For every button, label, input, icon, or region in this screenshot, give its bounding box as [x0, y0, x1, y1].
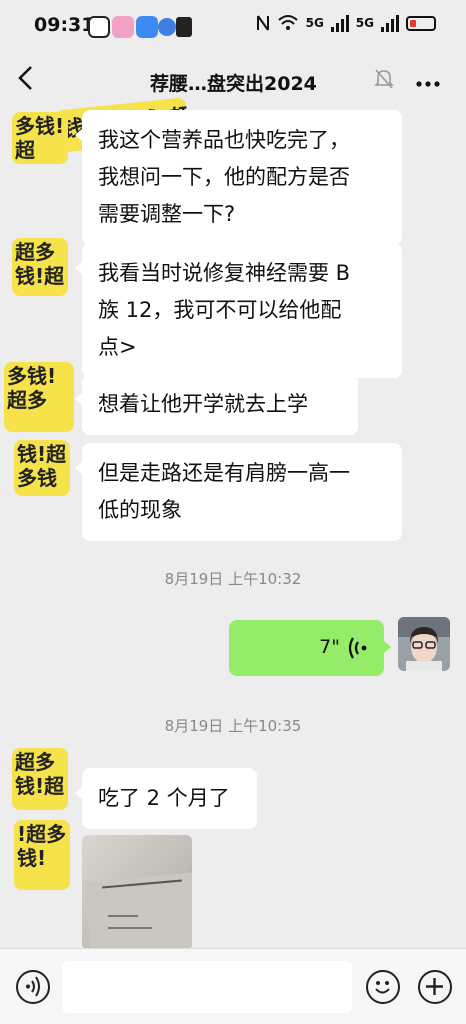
signal-icon — [330, 14, 349, 32]
app-notification-icon — [88, 16, 110, 38]
chat-header: 钱!超多钱!超 荐腰…盘突出2024 — [0, 52, 466, 153]
message-line: 我看当时说修复神经需要 B — [98, 261, 351, 285]
message-line: 但是走路还是有肩膀一高一 — [98, 461, 350, 485]
message-text: 吃了 2 个月了 — [98, 786, 230, 810]
message-input[interactable] — [62, 961, 352, 1013]
status-bar: 09:31 5G 5G — [0, 0, 466, 52]
voice-wave-icon — [348, 635, 368, 665]
upload-icon — [176, 17, 192, 37]
network-label: 5G — [355, 16, 374, 30]
emoji-icon — [375, 981, 390, 994]
message-line: 想着让他开学就去上学 — [98, 392, 308, 416]
back-button[interactable] — [16, 64, 34, 98]
message-line: 低的现象 — [98, 498, 182, 522]
self-avatar[interactable] — [398, 617, 450, 671]
photo-detail — [108, 915, 138, 917]
browser-icon — [158, 18, 176, 36]
image-message[interactable] — [82, 835, 192, 950]
avatar[interactable]: 多钱!超多 — [4, 362, 74, 432]
voice-input-icon — [26, 976, 40, 997]
wifi-icon — [277, 15, 298, 30]
avatar[interactable]: 多钱!超 — [12, 112, 68, 164]
avatar[interactable]: 钱!超多钱 — [14, 440, 70, 496]
more-dots-icon — [416, 81, 440, 87]
voice-duration: 7" — [319, 636, 340, 658]
message-line: 需要调整一下? — [98, 202, 236, 226]
app-notification-icon — [112, 16, 134, 38]
bell-muted-icon — [374, 68, 394, 94]
page-title: 荐腰…盘突出2024 — [150, 73, 317, 95]
message-bubble[interactable]: 吃了 2 个月了 — [75, 768, 257, 829]
message-icon — [136, 16, 158, 38]
message-bubble[interactable]: 想着让他开学就去上学 — [75, 374, 358, 435]
chevron-left-icon — [18, 66, 32, 90]
emoji-button[interactable] — [366, 970, 400, 1004]
avatar[interactable]: 超多钱!超 — [12, 748, 68, 810]
message-line: 我这个营养品也快吃完了， — [98, 128, 350, 152]
message-line: 族 12，我可不可以给他配 — [98, 298, 342, 322]
avatar[interactable]: 超多钱!超 — [12, 238, 68, 296]
photo-detail — [108, 927, 152, 929]
plus-button[interactable] — [418, 970, 452, 1004]
network-label: 5G — [305, 16, 324, 30]
avatar[interactable]: !超多钱! — [14, 820, 70, 890]
voice-input-button[interactable] — [16, 970, 50, 1004]
message-bubble[interactable]: 我这个营养品也快吃完了， 我想问一下，他的配方是否 需要调整一下? — [75, 110, 402, 245]
message-line: 我想问一下，他的配方是否 — [98, 165, 350, 189]
more-button[interactable] — [416, 60, 440, 97]
nfc-icon — [256, 15, 269, 31]
timestamp: 8月19日 上午10:35 — [164, 717, 302, 735]
timestamp: 8月19日 上午10:32 — [164, 570, 302, 588]
signal-icon — [381, 14, 399, 32]
plus-icon — [426, 978, 443, 995]
voice-message[interactable]: 7" — [229, 620, 391, 676]
message-line: 点> — [98, 335, 137, 359]
input-bar — [0, 948, 466, 1024]
message-bubble[interactable]: 我看当时说修复神经需要 B 族 12，我可不可以给他配 点> — [75, 243, 402, 378]
status-indicators: 5G 5G — [256, 14, 436, 32]
battery-icon — [406, 15, 436, 31]
status-time: 09:31 — [34, 14, 95, 36]
message-bubble[interactable]: 但是走路还是有肩膀一高一 低的现象 — [75, 443, 402, 541]
